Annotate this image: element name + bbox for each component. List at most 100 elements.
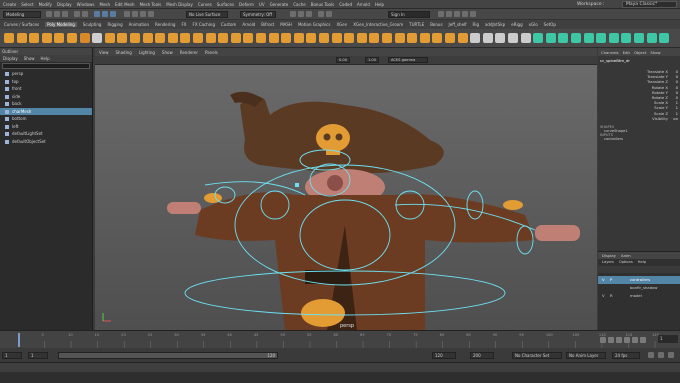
menu-surfaces[interactable]: Surfaces xyxy=(217,2,234,7)
menu-create[interactable]: Create xyxy=(3,2,16,7)
outliner-item[interactable]: top xyxy=(0,78,92,86)
menu-arnold[interactable]: Arnold xyxy=(357,2,370,7)
start-frame-field[interactable]: 1 xyxy=(2,352,22,359)
character-set-dropdown[interactable]: No Character Set xyxy=(512,352,562,359)
shelf-sphere-icon[interactable] xyxy=(4,33,14,43)
anim-layer-dropdown[interactable]: No Anim Layer xyxy=(566,352,606,359)
end-frame-field[interactable]: 200 xyxy=(470,352,494,359)
input-name[interactable]: controllers xyxy=(598,137,680,141)
render-settings-icon[interactable] xyxy=(306,11,312,17)
shelf-normalize-icon[interactable] xyxy=(608,33,619,43)
outliner-menu-show[interactable]: Show xyxy=(24,55,35,62)
outliner-item[interactable]: left xyxy=(0,123,92,131)
command-line[interactable] xyxy=(0,362,680,372)
open-scene-icon[interactable] xyxy=(54,11,60,17)
outliner-item[interactable]: charMesh xyxy=(0,107,92,115)
shelf-unfold-icon[interactable] xyxy=(482,33,493,43)
shelf-booleans-icon[interactable] xyxy=(167,33,178,43)
options-menu[interactable]: Options xyxy=(619,259,633,266)
shelf-tab-fx[interactable]: FX xyxy=(181,22,186,27)
shelf-poke-icon[interactable] xyxy=(344,33,355,43)
shelf-uv-editor-icon[interactable] xyxy=(470,33,481,43)
fps-dropdown[interactable]: 24 fps xyxy=(612,352,640,359)
menu-bonus-tools[interactable]: Bonus Tools xyxy=(311,2,334,7)
preferences-icon[interactable] xyxy=(658,352,664,358)
shelf-target-weld-icon[interactable] xyxy=(293,33,304,43)
snap-grid-icon[interactable] xyxy=(124,11,130,17)
shelf-planar-map-icon[interactable] xyxy=(495,33,506,43)
shelf-tab-xglo[interactable]: xGlo xyxy=(529,22,538,27)
shelf-tab-bonus[interactable]: Bonus xyxy=(430,22,442,27)
hypershade-icon[interactable] xyxy=(318,11,324,17)
shelf-cylindrical-map-icon[interactable] xyxy=(508,33,518,43)
select-object-icon[interactable] xyxy=(102,11,108,17)
menu-uv[interactable]: UV xyxy=(259,2,265,7)
layer-visible-toggle[interactable]: V xyxy=(602,276,605,284)
shelf-fill-hole-icon[interactable] xyxy=(218,33,229,43)
outliner-item[interactable]: bottom xyxy=(0,115,92,123)
shelf-cut-uv-icon[interactable] xyxy=(558,33,569,43)
shelf-tab-animation[interactable]: Animation xyxy=(129,22,149,27)
shelf-tab-erigg[interactable]: eRigg xyxy=(511,22,522,27)
shelf-layout-uv-icon[interactable] xyxy=(583,33,594,43)
shelf-tab-rigging[interactable]: Rigging xyxy=(107,22,122,27)
shelf-tab-rendering[interactable]: Rendering xyxy=(155,22,175,27)
layer-row[interactable]: bonfir_shadow xyxy=(598,284,680,292)
shelf-tab-custom[interactable]: Custom xyxy=(221,22,236,27)
shelf-cube-icon[interactable] xyxy=(16,33,27,43)
sound-icon[interactable] xyxy=(668,352,674,358)
save-scene-icon[interactable] xyxy=(62,11,68,17)
attribute-value[interactable]: on xyxy=(673,116,678,121)
redo-icon[interactable] xyxy=(82,11,88,17)
menu-mesh[interactable]: Mesh xyxy=(100,2,111,7)
colorspace-dropdown[interactable]: ACES gamma xyxy=(388,57,428,63)
outliner-item[interactable]: back xyxy=(0,100,92,108)
range-slider[interactable]: 120 xyxy=(58,352,278,359)
menu-edit-mesh[interactable]: Edit Mesh xyxy=(115,2,135,7)
exposure-field[interactable]: 0.00 xyxy=(336,57,350,63)
shelf-append-icon[interactable] xyxy=(205,33,216,43)
modeling-toolkit-icon[interactable] xyxy=(438,11,444,17)
menu-set-dropdown[interactable]: Modeling xyxy=(3,11,41,18)
shelf-extrude-icon[interactable] xyxy=(243,33,254,43)
shelf-camera-map-icon[interactable] xyxy=(545,33,556,43)
shelf-optimize-icon[interactable] xyxy=(596,33,607,43)
outliner-menu-display[interactable]: Display xyxy=(3,55,18,62)
shelf-freeze-icon[interactable] xyxy=(445,33,455,43)
outliner-item[interactable]: side xyxy=(0,93,92,101)
viewport-menu-panels[interactable]: Panels xyxy=(205,50,218,55)
menu-display[interactable]: Display xyxy=(57,2,72,7)
select-hierarchy-icon[interactable] xyxy=(94,11,100,17)
shelf-spherical-map-icon[interactable] xyxy=(520,33,531,43)
shelf-plane-icon[interactable] xyxy=(54,33,65,43)
snap-plane-icon[interactable] xyxy=(148,11,154,17)
shelf-tab-fx-caching[interactable]: FX Caching xyxy=(193,22,215,27)
viewport-menu-renderer[interactable]: Renderer xyxy=(180,50,198,55)
shelf-tab-setop[interactable]: SetOp xyxy=(544,22,556,27)
shelf-tab-mash[interactable]: MASH xyxy=(280,22,292,27)
object-tab[interactable]: Object xyxy=(634,50,646,55)
go-to-start-icon[interactable] xyxy=(600,337,606,343)
step-back-icon[interactable] xyxy=(608,337,614,343)
gamma-field[interactable]: 1.00 xyxy=(365,57,379,63)
shelf-tab-xgen[interactable]: XGen xyxy=(336,22,347,27)
menu-help[interactable]: Help xyxy=(375,2,384,7)
shelf-offset-loop-icon[interactable] xyxy=(369,33,380,43)
arnold-render-view-icon[interactable] xyxy=(326,11,332,17)
shelf-separate-icon[interactable] xyxy=(130,33,140,43)
layer-row[interactable]: V Pcontrollers xyxy=(598,276,680,284)
shelf-auto-map-icon[interactable] xyxy=(533,33,544,43)
shelf-smooth-icon[interactable] xyxy=(155,33,166,43)
shelf-tab-jeff-shelf[interactable]: Jeff_shelf xyxy=(449,22,467,27)
shelf-tab-sculpting[interactable]: Sculpting xyxy=(83,22,102,27)
attribute-row[interactable]: Visibility on xyxy=(598,116,680,121)
channels-tab[interactable]: Channels xyxy=(601,50,619,55)
current-frame-field[interactable]: 1 xyxy=(658,335,678,343)
shelf-bridge-icon[interactable] xyxy=(193,33,203,43)
shelf-disk-icon[interactable] xyxy=(79,33,90,43)
shelf-straighten-icon[interactable] xyxy=(621,33,632,43)
layer-row[interactable]: V Rmodel xyxy=(598,292,680,300)
shelf-chamfer-icon[interactable] xyxy=(319,33,329,43)
outliner-item[interactable]: defaultLightSet xyxy=(0,130,92,138)
step-forward-icon[interactable] xyxy=(632,337,638,343)
